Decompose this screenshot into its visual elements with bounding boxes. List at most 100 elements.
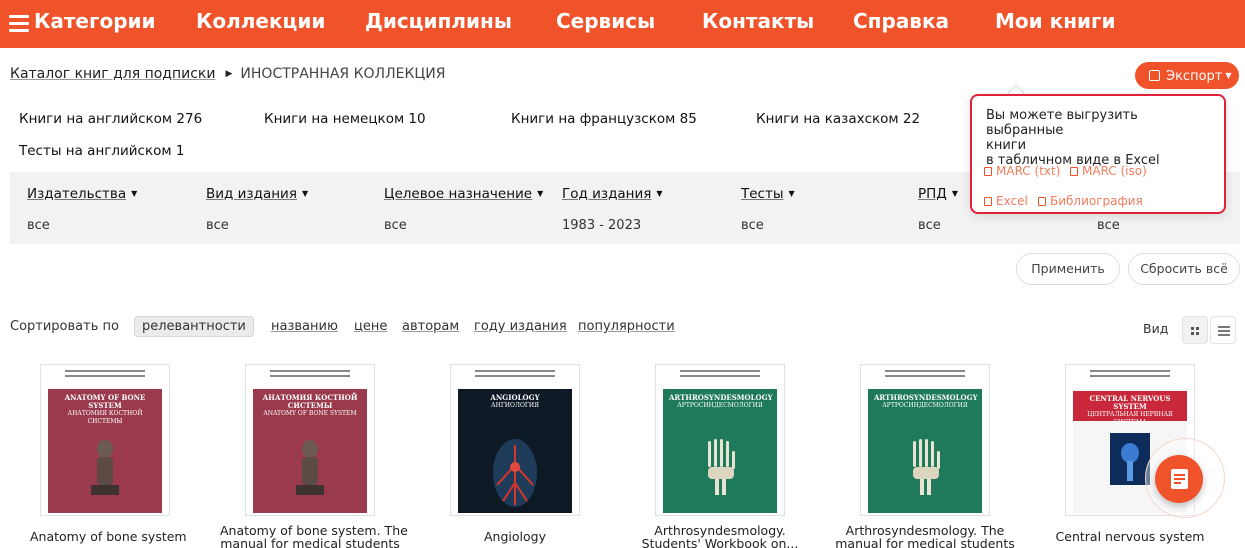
book-cover[interactable]: ARTHROSYNDESMOLOGY АРТРОСИНДЕСМОЛОГИЯ — [655, 364, 785, 516]
sort-option-authors[interactable]: авторам — [402, 319, 459, 334]
cover-image: АНАТОМИЯ КОСТНОЙ СИСТЕМЫ ANATOMY OF BONE … — [253, 367, 367, 513]
book-title-line: manual for medical students — [220, 536, 400, 548]
cover-subtitle: АРТРОСИНДЕСМОЛОГИЯ — [882, 402, 968, 409]
export-excel-label: Excel — [996, 194, 1028, 208]
export-bibliography-label: Библиография — [1050, 194, 1143, 208]
nav-item-collections[interactable]: Коллекции — [196, 9, 325, 33]
nav-item-disciplines[interactable]: Дисциплины — [365, 9, 512, 33]
chevron-down-icon: ▼ — [1225, 71, 1232, 80]
filter-year[interactable]: Год издания ▼ — [562, 186, 663, 202]
export-marc-txt-link[interactable]: MARC (txt) — [984, 164, 1060, 178]
filter-publishers-label: Издательства — [27, 186, 127, 202]
torso-vessels-icon — [493, 439, 537, 507]
nav-item-help[interactable]: Справка — [853, 9, 949, 33]
sort-option-popularity[interactable]: популярности — [578, 319, 675, 334]
skeleton-figure-icon — [91, 440, 119, 495]
breadcrumb-current: ИНОСТРАННАЯ КОЛЛЕКЦИЯ — [240, 66, 446, 82]
book-title-line: Central nervous system — [1055, 529, 1205, 544]
lang-link-tests-english[interactable]: Тесты на английском 1 — [19, 143, 184, 159]
cover-subtitle: АНАТОМИЯ КОСТНОЙ СИСТЕМЫ — [67, 410, 143, 425]
filter-rpd-value[interactable]: все — [918, 218, 941, 233]
filter-year-value[interactable]: 1983 - 2023 — [562, 218, 641, 233]
cover-image: ANGIOLOGY АНГИОЛОГИЯ — [458, 367, 572, 513]
cover-title: АНАТОМИЯ КОСТНОЙ СИСТЕМЫ — [262, 393, 358, 410]
sort-option-title[interactable]: названию — [271, 319, 338, 334]
cover-subtitle: ANATOMY OF BONE SYSTEM — [263, 410, 357, 417]
book-cover[interactable]: ANATOMY OF BONE SYSTEM АНАТОМИЯ КОСТНОЙ С… — [40, 364, 170, 516]
filter-edition-type[interactable]: Вид издания ▼ — [206, 186, 308, 202]
filter-tests[interactable]: Тесты ▼ — [741, 186, 795, 202]
filter-publishers[interactable]: Издательства ▼ — [27, 186, 137, 202]
cover-title: ARTHROSYNDESMOLOGY — [669, 393, 773, 402]
cover-subtitle: ЦЕНТРАЛЬНАЯ НЕРВНАЯ СИСТЕМА — [1087, 411, 1173, 426]
cover-image: ANATOMY OF BONE SYSTEM АНАТОМИЯ КОСТНОЙ С… — [48, 367, 162, 513]
book-title[interactable]: Angiology — [440, 530, 590, 543]
chevron-down-icon: ▼ — [656, 189, 663, 198]
filter-rpd-label: РПД — [918, 186, 947, 202]
export-excel-link[interactable]: Excel — [984, 194, 1028, 208]
sort-option-year[interactable]: году издания — [474, 319, 567, 334]
filter-purpose[interactable]: Целевое назначение ▼ — [384, 186, 543, 202]
book-cover[interactable]: ANGIOLOGY АНГИОЛОГИЯ — [450, 364, 580, 516]
nav-item-contacts[interactable]: Контакты — [702, 9, 814, 33]
cover-title: ANATOMY OF BONE SYSTEM — [64, 393, 146, 410]
book-cover[interactable]: АНАТОМИЯ КОСТНОЙ СИСТЕМЫ ANATOMY OF BONE … — [245, 364, 375, 516]
export-description-line: Вы можете выгрузить выбранные — [986, 108, 1138, 138]
export-icon — [1149, 70, 1160, 81]
filter-year-label: Год издания — [562, 186, 652, 202]
export-button[interactable]: Экспорт ▼ — [1135, 62, 1239, 89]
lang-link-kazakh[interactable]: Книги на казахском 22 — [756, 111, 920, 127]
export-dropdown: Вы можете выгрузить выбранные книги в та… — [970, 94, 1226, 214]
grid-view-button[interactable] — [1182, 316, 1208, 344]
lang-link-english[interactable]: Книги на английском 276 — [19, 111, 202, 127]
book-title[interactable]: Anatomy of bone system — [30, 530, 187, 543]
book-title[interactable]: Arthrosyndesmology. Students' Workbook on… — [630, 524, 810, 548]
file-icon — [1038, 197, 1046, 206]
cover-image: ARTHROSYNDESMOLOGY АРТРОСИНДЕСМОЛОГИЯ — [663, 367, 777, 513]
sort-option-price[interactable]: цене — [354, 319, 387, 334]
nav-item-categories[interactable]: Категории — [34, 9, 156, 33]
hand-bones-icon — [708, 439, 735, 495]
filter-purpose-value[interactable]: все — [384, 218, 407, 233]
export-marc-iso-link[interactable]: MARC (iso) — [1070, 164, 1147, 178]
book-title[interactable]: Anatomy of bone system. The manual for me… — [220, 524, 408, 548]
view-label: Вид — [1143, 321, 1169, 336]
filter-rpd[interactable]: РПД ▼ — [918, 186, 958, 202]
breadcrumb-catalog-link[interactable]: Каталог книг для подписки — [10, 66, 216, 82]
filter-edition-type-label: Вид издания — [206, 186, 297, 202]
filter-edition-type-value[interactable]: все — [206, 218, 229, 233]
export-bibliography-link[interactable]: Библиография — [1038, 194, 1143, 208]
cover-title: ANGIOLOGY — [490, 393, 540, 402]
book-cover[interactable]: ARTHROSYNDESMOLOGY АРТРОСИНДЕСМОЛОГИЯ — [860, 364, 990, 516]
reset-all-button[interactable]: Сбросить всё — [1128, 253, 1240, 285]
cover-title: CENTRAL NERVOUS SYSTEM — [1089, 394, 1171, 411]
filter-purpose-label: Целевое назначение — [384, 186, 533, 202]
feedback-button[interactable] — [1155, 455, 1203, 503]
chevron-down-icon: ▼ — [951, 189, 958, 198]
nav-item-services[interactable]: Сервисы — [556, 9, 655, 33]
file-icon — [984, 197, 992, 206]
cover-image: ARTHROSYNDESMOLOGY АРТРОСИНДЕСМОЛОГИЯ — [868, 367, 982, 513]
book-title-line: Students' Workbook on... — [641, 536, 799, 548]
chevron-down-icon: ▼ — [131, 189, 138, 198]
nav-item-my-books[interactable]: Мои книги — [995, 9, 1116, 33]
filter-extra-value[interactable]: все — [1097, 218, 1120, 233]
cover-subtitle: АРТРОСИНДЕСМОЛОГИЯ — [677, 402, 763, 409]
filter-tests-value[interactable]: все — [741, 218, 764, 233]
lang-link-french[interactable]: Книги на французском 85 — [511, 111, 697, 127]
document-icon — [1171, 469, 1188, 489]
breadcrumb-arrow-icon: ▶ — [225, 69, 233, 79]
file-icon — [1070, 167, 1078, 176]
menu-icon[interactable] — [9, 15, 29, 32]
list-view-button[interactable] — [1210, 316, 1236, 344]
export-marc-iso-label: MARC (iso) — [1082, 164, 1147, 178]
book-title-line: Angiology — [484, 529, 546, 544]
lang-link-german[interactable]: Книги на немецком 10 — [264, 111, 426, 127]
file-icon — [984, 167, 992, 176]
book-title[interactable]: Arthrosyndesmology. The manual for medica… — [835, 524, 1015, 548]
skeleton-figure-icon — [296, 440, 324, 495]
filter-publishers-value[interactable]: все — [27, 218, 50, 233]
book-title[interactable]: Central nervous system — [1055, 530, 1205, 543]
apply-button[interactable]: Применить — [1016, 253, 1120, 285]
sort-option-relevance[interactable]: релевантности — [134, 316, 254, 337]
